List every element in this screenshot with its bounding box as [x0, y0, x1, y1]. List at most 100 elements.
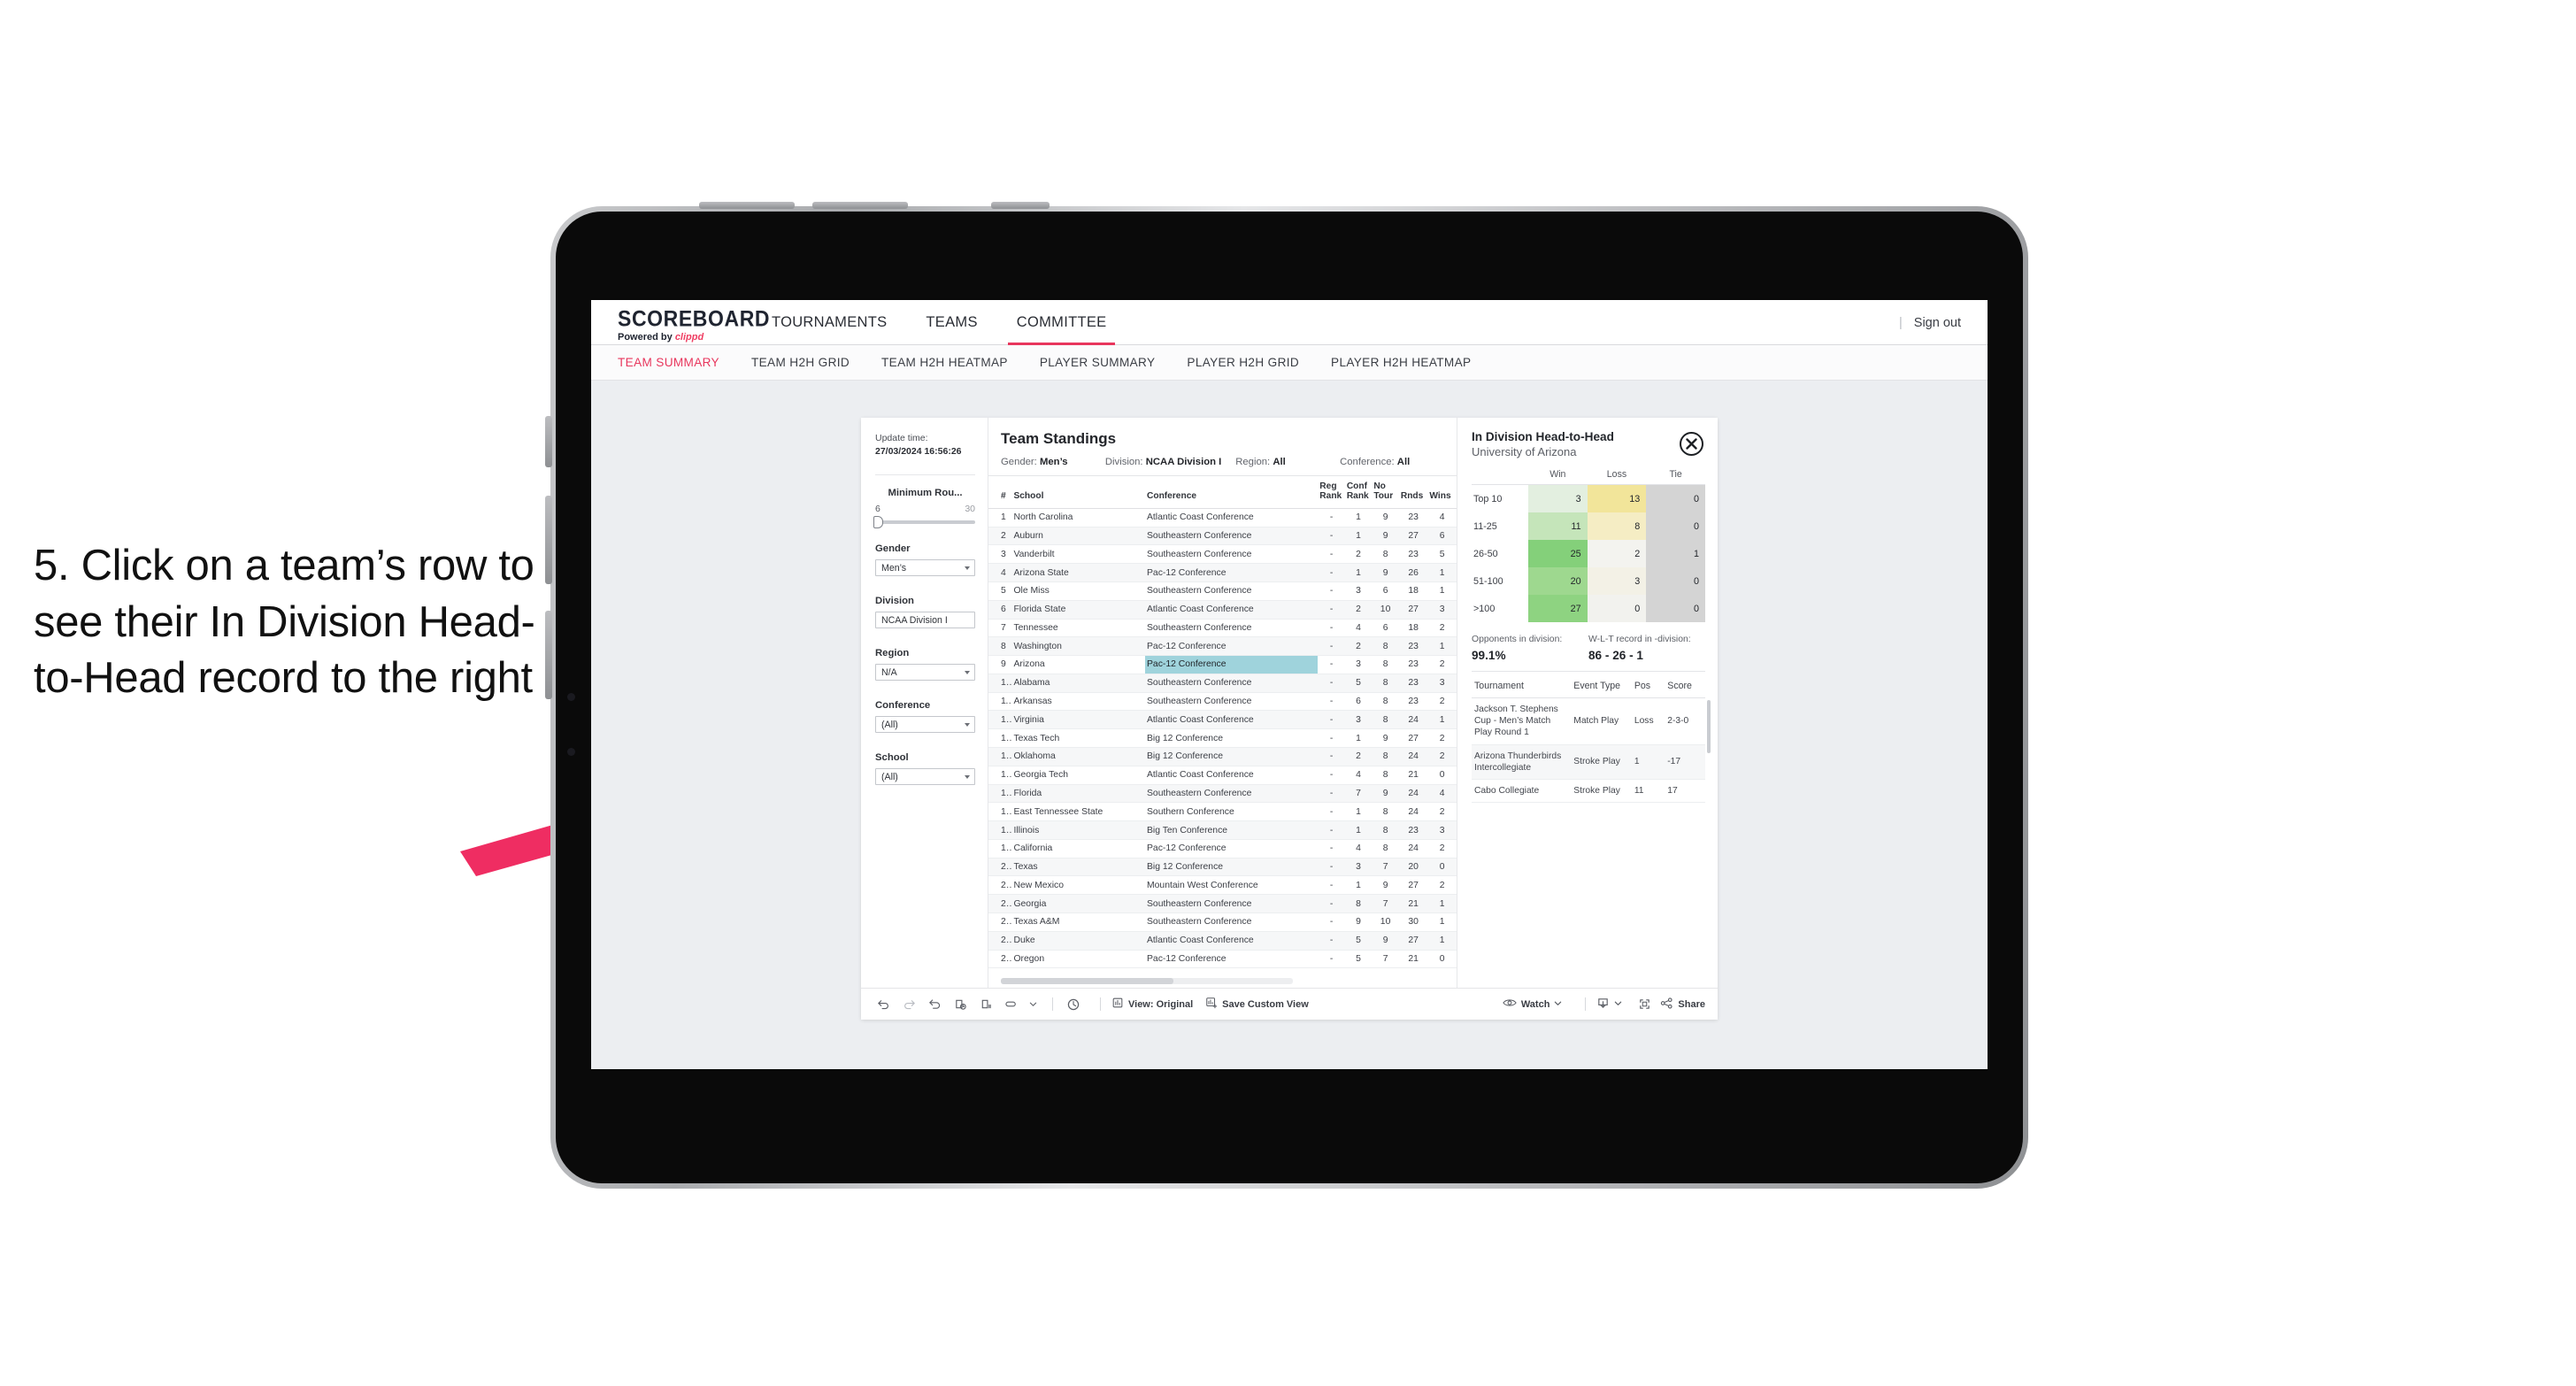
- cell-reg-rank[interactable]: -: [1318, 747, 1345, 766]
- cell-conf-rank[interactable]: 1: [1344, 802, 1373, 822]
- heatmap-cell[interactable]: 11: [1528, 512, 1588, 540]
- save-custom-view-button[interactable]: Save Custom View: [1205, 997, 1309, 1012]
- cell-reg-rank[interactable]: -: [1318, 692, 1345, 712]
- cell-rank[interactable]: 4: [988, 563, 1012, 582]
- cell-rank[interactable]: 23: [988, 912, 1012, 932]
- cell-school[interactable]: Oregon: [1011, 950, 1145, 969]
- view-original-button[interactable]: View: Original: [1111, 997, 1193, 1012]
- cell-rnds[interactable]: 27: [1398, 728, 1428, 748]
- table-row[interactable]: 9 Arizona Pac-12 Conference -3 8 23 2: [988, 655, 1457, 674]
- cell-reg-rank[interactable]: -: [1318, 710, 1345, 730]
- cell-reg-rank[interactable]: -: [1318, 858, 1345, 877]
- cell-conference[interactable]: Pac-12 Conference: [1144, 655, 1319, 674]
- cell-school[interactable]: Georgia Tech: [1011, 766, 1145, 785]
- cell-rank[interactable]: 6: [988, 600, 1012, 620]
- heatmap-cell[interactable]: 13: [1587, 484, 1647, 512]
- table-row[interactable]: 2 Auburn Southeastern Conference -1 9 27 6: [988, 527, 1457, 546]
- cell-school[interactable]: East Tennessee State: [1011, 802, 1145, 822]
- heatmap-cell[interactable]: 20: [1528, 567, 1588, 595]
- cell-wins[interactable]: 4: [1427, 784, 1457, 804]
- cell-reg-rank[interactable]: -: [1318, 619, 1345, 638]
- table-row[interactable]: 6 Florida State Atlantic Coast Conference -…: [988, 600, 1457, 620]
- cell-wins[interactable]: 2: [1427, 839, 1457, 859]
- cell-reg-rank[interactable]: -: [1318, 674, 1345, 693]
- cell-conference[interactable]: Southeastern Conference: [1144, 894, 1319, 914]
- cell-conference[interactable]: Southeastern Conference: [1144, 674, 1319, 693]
- cell-wins[interactable]: 1: [1427, 894, 1457, 914]
- cell-no-tour[interactable]: 8: [1372, 544, 1399, 565]
- cell-rank[interactable]: 9: [988, 655, 1012, 674]
- table-row[interactable]: 22 Georgia Southeastern Conference -8 7 21 1: [988, 894, 1457, 914]
- cell-rank[interactable]: 16: [988, 784, 1012, 804]
- cell-rnds[interactable]: 23: [1398, 820, 1428, 840]
- cell-school[interactable]: Texas: [1011, 858, 1145, 877]
- cell-rank[interactable]: 22: [988, 894, 1012, 914]
- cell-rnds[interactable]: 26: [1398, 563, 1428, 582]
- table-row[interactable]: 24 Duke Atlantic Coast Conference -5 9 27 1: [988, 931, 1457, 951]
- cell-rnds[interactable]: 27: [1398, 931, 1428, 951]
- cell-conference[interactable]: Atlantic Coast Conference: [1144, 710, 1319, 730]
- cell-reg-rank[interactable]: -: [1318, 912, 1345, 932]
- cell-rank[interactable]: 15: [988, 766, 1012, 785]
- cell-school[interactable]: Florida: [1011, 784, 1145, 804]
- cell-no-tour[interactable]: 10: [1372, 912, 1399, 932]
- cell-no-tour[interactable]: 8: [1372, 636, 1399, 657]
- cell-reg-rank[interactable]: -: [1318, 527, 1345, 546]
- cell-wins[interactable]: 4: [1427, 508, 1457, 527]
- cell-conf-rank[interactable]: 5: [1344, 950, 1373, 969]
- cell-conf-rank[interactable]: 4: [1344, 619, 1373, 638]
- cell-conf-rank[interactable]: 1: [1344, 728, 1373, 748]
- cell-wins[interactable]: 1: [1427, 581, 1457, 601]
- cell-conference[interactable]: Southeastern Conference: [1144, 912, 1319, 932]
- cell-rank[interactable]: 13: [988, 728, 1012, 748]
- cell-wins[interactable]: 1: [1427, 710, 1457, 730]
- cell-rank[interactable]: 24: [988, 931, 1012, 951]
- cell-reg-rank[interactable]: -: [1318, 655, 1345, 674]
- col-header-conf-rank[interactable]: Conf Rank: [1344, 476, 1373, 509]
- table-row[interactable]: 7 Tennessee Southeastern Conference -4 6 18 2: [988, 619, 1457, 638]
- cell-rnds[interactable]: 21: [1398, 950, 1428, 969]
- cell-no-tour[interactable]: 9: [1372, 931, 1399, 951]
- cell-reg-rank[interactable]: -: [1318, 581, 1345, 601]
- close-icon[interactable]: [1680, 432, 1703, 456]
- cell-rnds[interactable]: 23: [1398, 508, 1428, 527]
- cell-no-tour[interactable]: 7: [1372, 950, 1399, 969]
- cell-no-tour[interactable]: 8: [1372, 747, 1399, 766]
- cell-rnds[interactable]: 23: [1398, 636, 1428, 657]
- cell-no-tour[interactable]: 7: [1372, 894, 1399, 914]
- cell-no-tour[interactable]: 9: [1372, 875, 1399, 896]
- cell-conf-rank[interactable]: 3: [1344, 581, 1373, 601]
- col-header-wins[interactable]: Wins: [1427, 476, 1457, 509]
- cell-no-tour[interactable]: 8: [1372, 820, 1399, 840]
- cell-rnds[interactable]: 23: [1398, 692, 1428, 712]
- slider-handle[interactable]: [873, 516, 883, 529]
- cell-conf-rank[interactable]: 3: [1344, 655, 1373, 674]
- cell-school[interactable]: Arizona State: [1011, 563, 1145, 582]
- cell-rank[interactable]: 21: [988, 875, 1012, 896]
- cell-rank[interactable]: 25: [988, 950, 1012, 969]
- cell-no-tour[interactable]: 8: [1372, 710, 1399, 730]
- cell-reg-rank[interactable]: -: [1318, 544, 1345, 565]
- sign-out-link[interactable]: Sign out: [1914, 316, 1961, 330]
- cell-no-tour[interactable]: 7: [1372, 858, 1399, 877]
- cell-rank[interactable]: 8: [988, 636, 1012, 657]
- cell-conf-rank[interactable]: 2: [1344, 636, 1373, 657]
- pause-updates-clock-icon[interactable]: [1064, 995, 1083, 1014]
- cell-rnds[interactable]: 24: [1398, 710, 1428, 730]
- cell-school[interactable]: Arizona: [1011, 655, 1145, 674]
- cell-conference[interactable]: Pac-12 Conference: [1144, 636, 1319, 657]
- cell-wins[interactable]: 2: [1427, 692, 1457, 712]
- cell-reg-rank[interactable]: -: [1318, 875, 1345, 896]
- cell-rnds[interactable]: 18: [1398, 581, 1428, 601]
- region-select[interactable]: N/A: [875, 664, 975, 681]
- cell-rank[interactable]: 19: [988, 839, 1012, 859]
- cell-school[interactable]: Illinois: [1011, 820, 1145, 840]
- cell-reg-rank[interactable]: -: [1318, 728, 1345, 748]
- cell-wins[interactable]: 1: [1427, 563, 1457, 582]
- cell-conference[interactable]: Southeastern Conference: [1144, 581, 1319, 601]
- cell-rnds[interactable]: 23: [1398, 544, 1428, 565]
- cell-school[interactable]: California: [1011, 839, 1145, 859]
- cell-school[interactable]: Arkansas: [1011, 692, 1145, 712]
- cell-rnds[interactable]: 27: [1398, 600, 1428, 620]
- cell-reg-rank[interactable]: -: [1318, 784, 1345, 804]
